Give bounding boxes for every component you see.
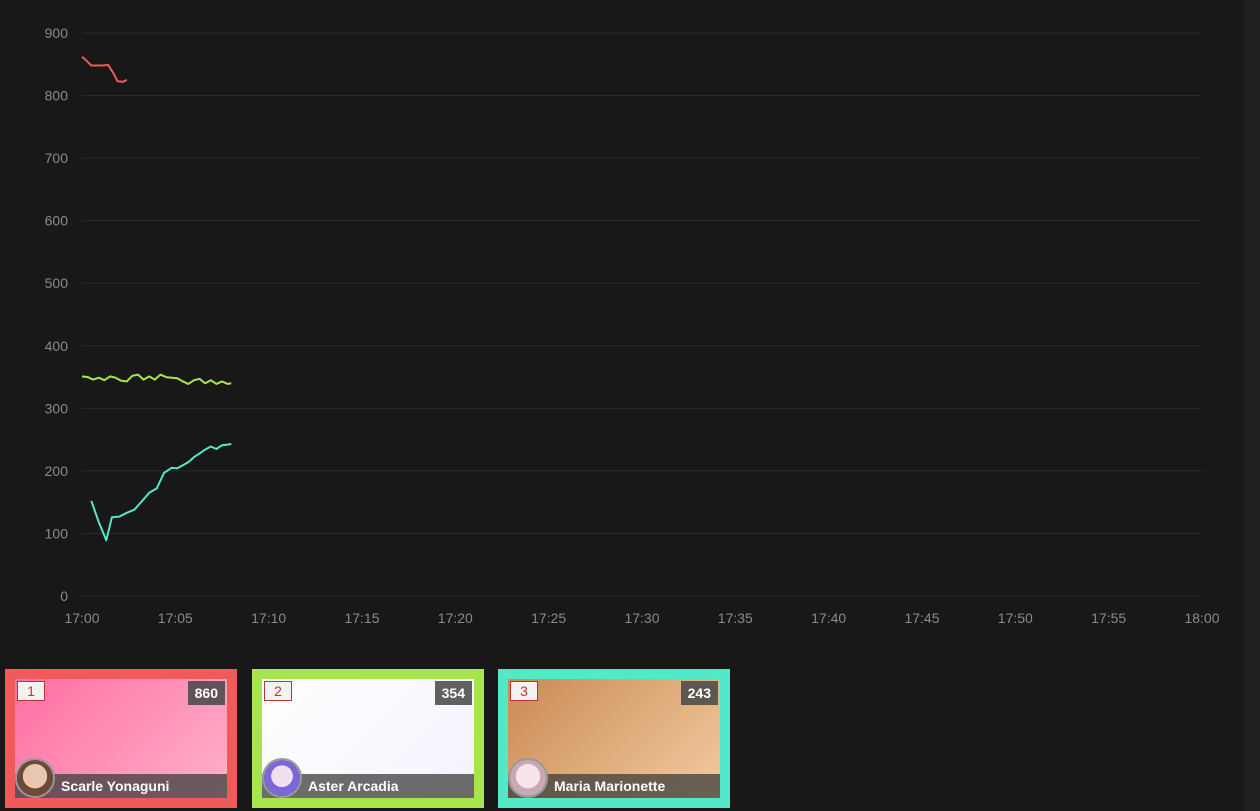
x-tick-label: 17:40 [811,610,846,626]
series-line-2 [81,373,232,385]
scrollbar[interactable] [1244,0,1260,811]
count-badge: 860 [187,681,225,705]
x-axis-ticks: 17:00 17:05 17:10 17:15 17:20 17:25 17:30 17:35… [64,610,1219,626]
streamer-name: Maria Marionette [554,778,666,794]
card-thumbnail: 3 243 Maria Marionette [508,679,720,798]
y-tick-label: 0 [60,588,68,604]
card-thumbnail: 2 354 Aster Arcadia [262,679,474,798]
avatar [15,758,55,798]
rank-badge: 3 [510,681,538,701]
rank-badge: 2 [264,681,292,701]
avatar [262,758,302,798]
rank-badge: 1 [17,681,45,701]
y-tick-label: 100 [45,525,69,541]
x-tick-label: 17:00 [64,610,99,626]
y-tick-label: 200 [45,463,69,479]
x-tick-label: 17:15 [344,610,379,626]
x-tick-label: 18:00 [1184,610,1219,626]
y-tick-label: 300 [45,400,69,416]
leaderboard-card-1[interactable]: 1 860 Scarle Yonaguni [5,669,237,808]
x-tick-label: 17:30 [624,610,659,626]
x-tick-label: 17:10 [251,610,286,626]
y-tick-label: 900 [45,25,69,41]
series-line-1 [81,56,128,83]
avatar [508,758,548,798]
x-tick-label: 17:25 [531,610,566,626]
y-tick-label: 800 [45,88,69,104]
series-lines [81,56,232,542]
x-tick-label: 17:50 [998,610,1033,626]
x-tick-label: 17:35 [718,610,753,626]
streamer-name: Scarle Yonaguni [61,778,170,794]
leaderboard-card-2[interactable]: 2 354 Aster Arcadia [252,669,484,808]
card-thumbnail: 1 860 Scarle Yonaguni [15,679,227,798]
count-badge: 354 [434,681,472,705]
x-tick-label: 17:55 [1091,610,1126,626]
y-axis-ticks: 0 100 200 300 400 500 600 700 800 900 [45,25,69,604]
streamer-name: Aster Arcadia [308,778,399,794]
y-tick-label: 700 [45,150,69,166]
x-tick-label: 17:45 [904,610,939,626]
x-tick-label: 17:20 [438,610,473,626]
series-line-3 [90,443,232,542]
y-tick-label: 400 [45,338,69,354]
x-tick-label: 17:05 [158,610,193,626]
leaderboard-card-3[interactable]: 3 243 Maria Marionette [498,669,730,808]
line-chart: 0100200300400500600700800900 17:00 17:05 1… [45,25,1220,626]
count-badge: 243 [680,681,718,705]
y-tick-label: 600 [45,213,69,229]
grid [82,32,1202,597]
y-tick-label: 500 [45,275,69,291]
